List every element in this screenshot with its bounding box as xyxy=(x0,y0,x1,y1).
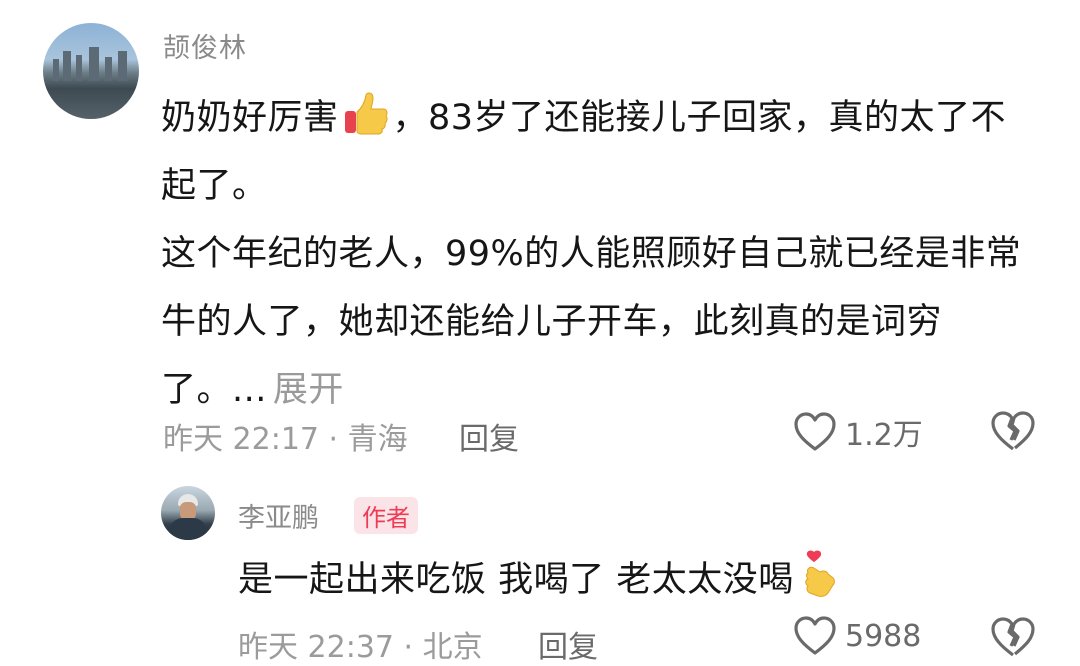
reply-meta: 昨天 22:37 · 北京 xyxy=(238,630,483,665)
like-button[interactable]: 1.2万 xyxy=(793,410,923,454)
reply-body: 是一起出来吃饭 我喝了 老太太没喝 xyxy=(238,546,842,614)
comment-body: 奶奶好厉害 ，83岁了还能接儿子回家，真的太了不起了。 这个年纪的老人，99%的… xyxy=(161,84,1041,424)
reply-like-count: 5988 xyxy=(845,618,922,654)
avatar[interactable] xyxy=(43,23,139,119)
heart-outline-icon xyxy=(794,412,836,451)
reply-like-button[interactable]: 5988 xyxy=(793,616,921,656)
reply-button[interactable]: 回复 xyxy=(459,414,519,458)
broken-heart-icon xyxy=(991,411,1035,451)
finger-heart-emoji-icon xyxy=(805,550,835,597)
reply-username[interactable]: 李亚鹏 xyxy=(238,496,319,535)
reply-dislike-button[interactable] xyxy=(990,616,1036,662)
comment-text-part1: 奶奶好厉害 xyxy=(161,98,339,138)
comment-meta: 昨天 22:17 · 青海 xyxy=(163,422,408,457)
expand-link[interactable]: 展开 xyxy=(273,370,344,410)
reply-reply-button[interactable]: 回复 xyxy=(538,622,598,666)
thumbs-up-emoji-icon xyxy=(344,92,388,135)
broken-heart-icon xyxy=(991,617,1035,657)
reply-avatar[interactable] xyxy=(161,486,215,540)
dislike-button[interactable] xyxy=(990,410,1036,456)
reply-text: 是一起出来吃饭 我喝了 老太太没喝 xyxy=(238,560,794,600)
like-count: 1.2万 xyxy=(845,418,923,453)
author-badge: 作者 xyxy=(354,497,418,534)
heart-outline-icon xyxy=(794,616,836,655)
comment-username[interactable]: 颉俊林 xyxy=(163,26,247,65)
